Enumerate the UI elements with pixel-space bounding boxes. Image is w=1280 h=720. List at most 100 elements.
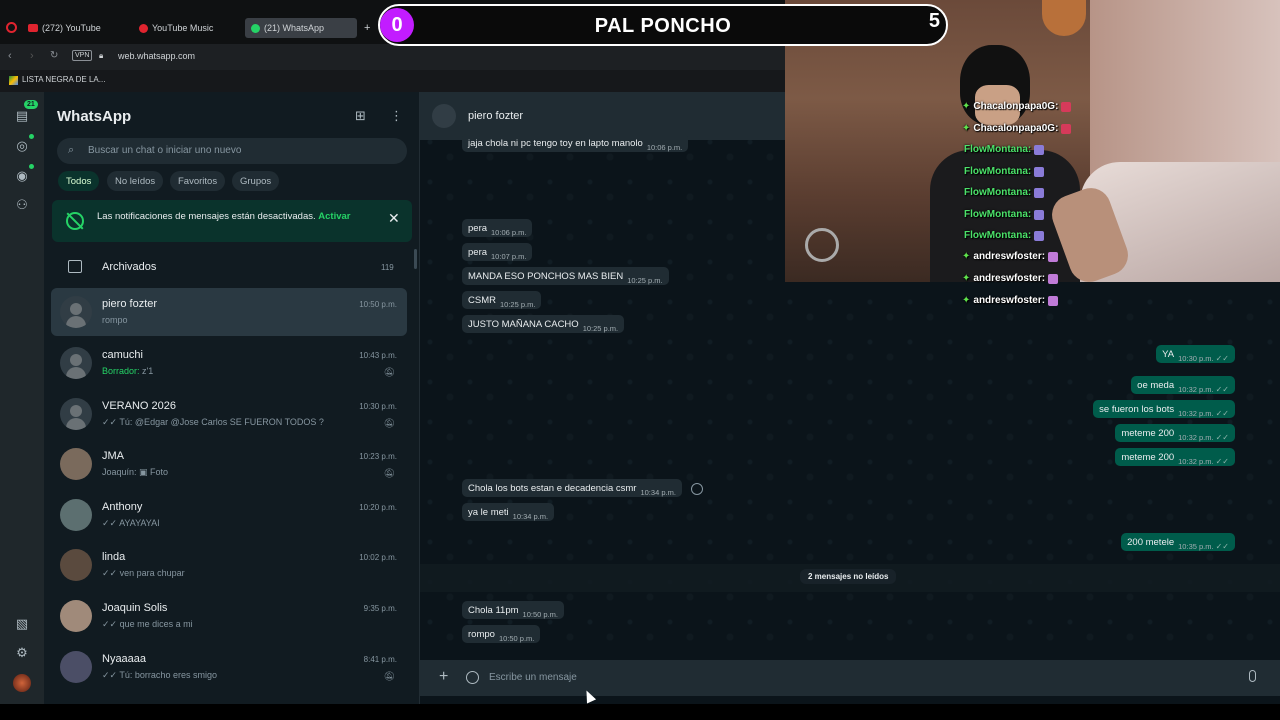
activate-link[interactable]: Activar	[318, 211, 350, 222]
incoming-message[interactable]: JUSTO MAÑANA CACHO 10:25 p.m.	[462, 315, 625, 333]
new-chat-icon[interactable]: ⊞	[355, 108, 366, 124]
emote-icon	[1061, 101, 1072, 112]
outgoing-message[interactable]: YA 10:30 p.m. ✓✓	[1156, 345, 1235, 363]
avatar	[60, 347, 92, 379]
incoming-message[interactable]: jaja chola ni pc tengo toy en lapto mano…	[462, 134, 689, 152]
message-time: 10:06 p.m.	[491, 228, 527, 237]
whatsapp-icon	[251, 23, 260, 33]
incoming-message[interactable]: Chola los bots estan e decadencia csmr 10…	[462, 479, 682, 497]
avatar	[60, 600, 92, 632]
tab-label: (21) WhatsApp	[264, 23, 325, 33]
sparkle-icon: ✦	[962, 123, 971, 134]
score-right: 5	[928, 10, 940, 32]
stream-chat-user: andreswfoster:	[973, 295, 1046, 306]
stream-chat-line: ✦ andreswfoster:	[962, 295, 1059, 306]
chat-name: Anthony	[102, 501, 143, 513]
status-icon[interactable]: ◎	[14, 138, 30, 154]
message-text: jaja chola ni pc tengo toy en lapto mano…	[468, 138, 643, 149]
settings-gear-icon[interactable]: ⚙	[14, 645, 30, 661]
chat-list-item[interactable]: Joaquin Solis 9:35 p.m. ✓✓ que me dices a …	[51, 592, 407, 640]
bookmark-item[interactable]: LISTA NEGRA DE LA...	[22, 75, 105, 84]
message-text: 200 metele	[1127, 537, 1175, 548]
emoji-reaction-icon[interactable]	[691, 483, 703, 495]
message-time: 10:35 p.m.	[1178, 542, 1214, 551]
emote-icon	[1061, 123, 1072, 134]
message-time: 10:32 p.m.	[1178, 457, 1214, 466]
emote-icon	[1034, 187, 1045, 198]
profile-avatar[interactable]	[13, 674, 31, 692]
opera-logo-icon[interactable]	[6, 22, 17, 33]
close-icon[interactable]: ✕	[388, 210, 400, 227]
url-field[interactable]: web.whatsapp.com	[118, 51, 195, 61]
chat-last-message: ✓✓ ven para chupar	[102, 568, 185, 578]
media-icon[interactable]: ▧	[14, 616, 30, 632]
outgoing-message[interactable]: meteme 200 10:32 p.m. ✓✓	[1115, 424, 1235, 442]
back-icon[interactable]: ‹	[8, 50, 12, 62]
filter-favorites[interactable]: Favoritos	[170, 171, 226, 191]
incoming-message[interactable]: pera 10:07 p.m.	[462, 243, 533, 261]
chat-list-item[interactable]: VERANO 2026 10:30 p.m. ✓✓ Tú: @Edgar @Jose…	[51, 390, 407, 438]
emote-icon	[1034, 230, 1045, 241]
avatar-placeholder-body	[66, 418, 86, 430]
tab-youtube-music[interactable]: YouTube Music	[133, 18, 219, 38]
chat-name: JMA	[102, 450, 124, 462]
chat-list-item[interactable]: Nyaaaaa 8:41 p.m. ✓✓ Tú: borracho eres smi…	[51, 643, 407, 691]
filter-groups[interactable]: Grupos	[232, 171, 280, 191]
chat-list-item[interactable]: linda 10:02 p.m. ✓✓ ven para chupar	[51, 541, 407, 589]
communities-icon[interactable]: ⚇	[14, 197, 30, 213]
new-tab-icon[interactable]: +	[364, 22, 370, 34]
outgoing-message[interactable]: oe meda 10:32 p.m. ✓✓	[1131, 376, 1235, 394]
incoming-message[interactable]: CSMR 10:25 p.m.	[462, 291, 542, 309]
muted-bell-icon: 🔕︎	[383, 367, 395, 377]
tab-whatsapp[interactable]: (21) WhatsApp	[245, 18, 357, 38]
message-text: YA	[1162, 349, 1175, 360]
incoming-message[interactable]: Chola 11pm 10:50 p.m.	[462, 601, 564, 619]
youtube-icon	[28, 24, 38, 32]
incoming-message[interactable]: MANDA ESO PONCHOS MAS BIEN 10:25 p.m.	[462, 267, 669, 285]
read-ticks-icon: ✓✓	[1215, 457, 1229, 466]
scrollbar[interactable]	[414, 249, 417, 269]
message-text: meteme 200	[1121, 452, 1175, 463]
message-text: se fueron los bots	[1099, 404, 1175, 415]
incoming-message[interactable]: ya le meti 10:34 p.m.	[462, 503, 555, 521]
score-overlay: 0 PAL PONCHO 5	[378, 4, 948, 46]
drive-icon	[9, 76, 18, 85]
unread-banner: 2 mensajes no leídos	[800, 569, 897, 584]
sparkle-icon: ✦	[962, 273, 971, 284]
archived-label[interactable]: Archivados	[102, 261, 156, 273]
sticker-icon[interactable]	[466, 671, 479, 684]
message-input[interactable]: Escribe un mensaje	[489, 672, 577, 683]
filter-all[interactable]: Todos	[58, 171, 100, 191]
attach-plus-icon[interactable]: +	[439, 668, 448, 686]
chat-last-message: Borrador: z'1	[102, 366, 153, 376]
contact-avatar[interactable]	[432, 104, 456, 128]
stream-chat-user: FlowMontana:	[964, 187, 1032, 198]
filter-unread[interactable]: No leídos	[107, 171, 164, 191]
incoming-message[interactable]: pera 10:06 p.m.	[462, 219, 533, 237]
outgoing-message[interactable]: se fueron los bots 10:32 p.m. ✓✓	[1093, 400, 1235, 418]
incoming-message[interactable]: rompo 10:50 p.m.	[462, 625, 541, 643]
chats-icon[interactable]: ▤	[14, 108, 30, 124]
archived-count: 119	[381, 263, 394, 272]
archive-icon	[68, 260, 82, 273]
chat-list-item[interactable]: camuchi 10:43 p.m. Borrador: z'1 🔕︎	[51, 339, 407, 387]
outgoing-message[interactable]: meteme 200 10:32 p.m. ✓✓	[1115, 448, 1235, 466]
vpn-badge[interactable]: VPN	[72, 50, 93, 61]
tab-youtube[interactable]: (272) YouTube	[22, 18, 107, 38]
chat-list-item[interactable]: piero fozter 10:50 p.m. rompo	[51, 288, 407, 336]
read-ticks-icon: ✓✓	[1215, 542, 1229, 551]
outgoing-message[interactable]: 200 metele 10:35 p.m. ✓✓	[1121, 533, 1235, 551]
app-title: WhatsApp	[57, 108, 132, 125]
chat-list-item[interactable]: Anthony 10:20 p.m. ✓✓ AYAYAYAI	[51, 491, 407, 539]
sparkle-icon: ✦	[962, 101, 971, 112]
reload-icon[interactable]: ↻	[50, 50, 58, 61]
forward-icon[interactable]: ›	[30, 50, 34, 62]
channels-icon[interactable]: ◉	[14, 168, 30, 184]
message-text: Chola 11pm	[468, 605, 519, 616]
microphone-icon[interactable]	[1249, 670, 1256, 682]
lock-icon[interactable]: 🔒︎	[99, 51, 103, 61]
chat-list-item[interactable]: JMA 10:23 p.m. Joaquín: ▣ Foto 🔕︎	[51, 440, 407, 488]
menu-icon[interactable]: ⋮	[390, 108, 403, 124]
emote-icon	[1034, 209, 1045, 220]
contact-name[interactable]: piero fozter	[468, 110, 523, 122]
